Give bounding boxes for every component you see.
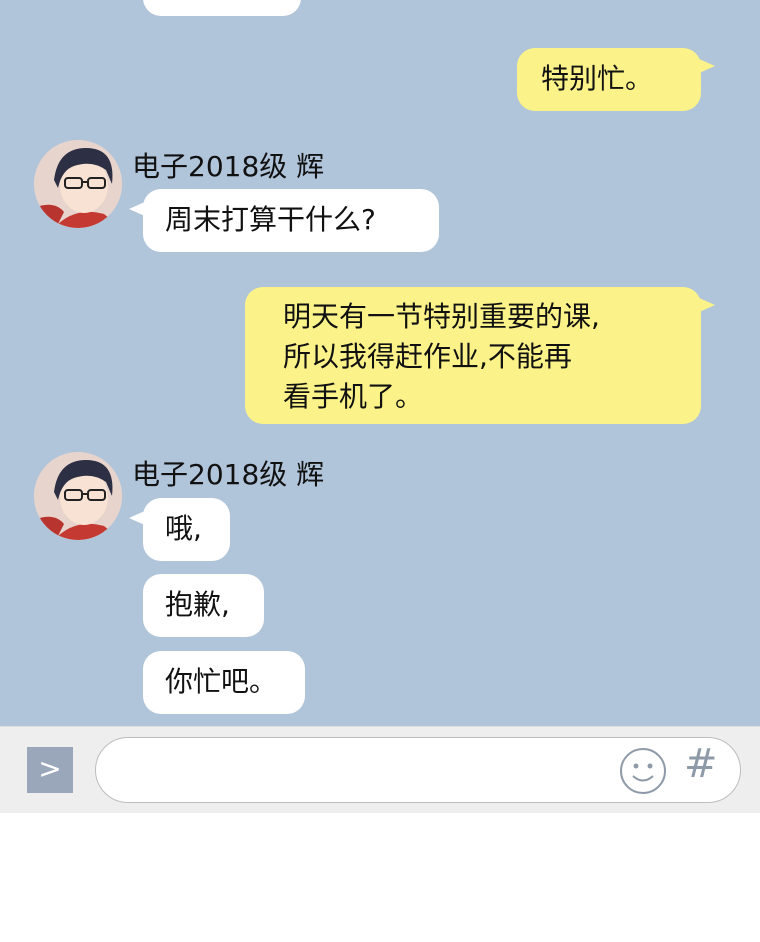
outgoing-message-bubble: 特别忙。: [517, 48, 715, 111]
avatar[interactable]: [34, 452, 122, 540]
incoming-message-bubble: 抱歉,: [143, 574, 264, 637]
message-text-line: 看手机了。: [283, 380, 424, 413]
incoming-message-bubble: 周末打算干什么?: [129, 189, 439, 252]
expand-button[interactable]: >: [27, 747, 73, 793]
message-text-line: 所以我得赶作业,不能再: [283, 340, 572, 373]
incoming-message-bubble: 你忙吧。: [143, 651, 305, 714]
message-text-line: 明天有一节特别重要的课,: [283, 300, 600, 333]
message-text: 抱歉,: [165, 588, 230, 621]
chat-area: 特别忙。 电子2018级 辉 周末打算干什么? 明天有一节特别重要的课, 所以我…: [0, 0, 760, 726]
message-text: 周末打算干什么?: [165, 203, 376, 236]
previous-message-bubble: [143, 0, 301, 16]
avatar-image: [34, 452, 122, 540]
input-bar: > #: [0, 726, 760, 813]
sender-name: 电子2018级 辉: [132, 458, 325, 491]
emoji-button[interactable]: [618, 746, 668, 800]
smiley-icon: [620, 748, 666, 794]
message-text: 你忙吧。: [165, 665, 278, 698]
sender-name: 电子2018级 辉: [132, 150, 325, 183]
avatar[interactable]: [34, 140, 122, 228]
chevron-right-icon: >: [38, 752, 62, 785]
hash-button[interactable]: #: [684, 741, 718, 787]
avatar-image: [34, 140, 122, 228]
outgoing-message-bubble: 明天有一节特别重要的课, 所以我得赶作业,不能再 看手机了。: [245, 287, 715, 424]
message-text: 特别忙。: [541, 62, 654, 95]
incoming-message-bubble: 哦,: [129, 498, 230, 561]
message-text: 哦,: [165, 512, 202, 545]
